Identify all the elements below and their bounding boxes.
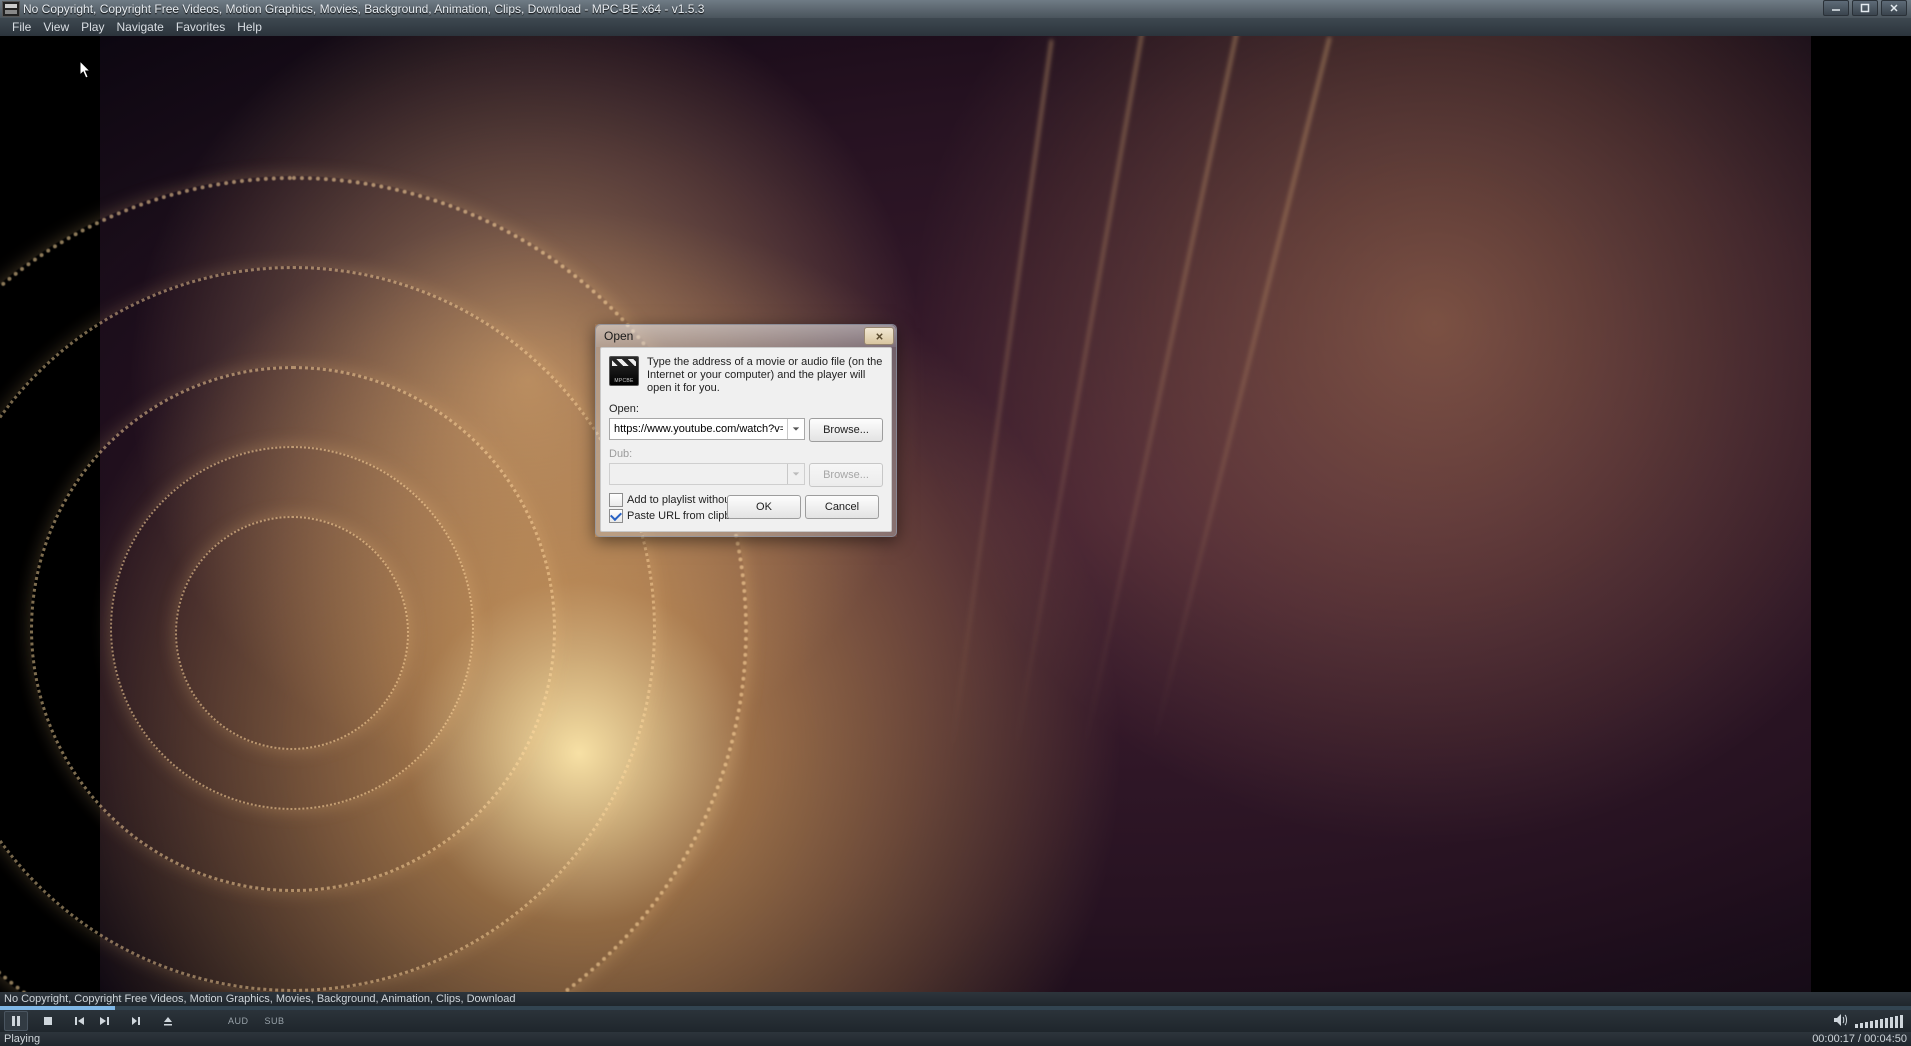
step-button[interactable] <box>124 1011 148 1031</box>
browse-dub-button: Browse... <box>809 463 883 487</box>
next-button[interactable] <box>92 1011 116 1031</box>
paste-url-checkbox[interactable] <box>609 509 623 523</box>
dub-combobox <box>609 463 805 485</box>
sub-label[interactable]: SUB <box>265 1016 285 1026</box>
time-display: 00:00:17 / 00:04:50 <box>1812 1032 1907 1046</box>
pause-button[interactable] <box>4 1011 28 1031</box>
close-button[interactable] <box>1881 0 1907 16</box>
eject-button[interactable] <box>156 1011 180 1031</box>
video-area[interactable] <box>0 36 1911 992</box>
aud-label[interactable]: AUD <box>228 1016 249 1026</box>
dub-dropdown-button <box>787 464 804 484</box>
volume-icon[interactable] <box>1833 1013 1849 1030</box>
file-status-bar: No Copyright, Copyright Free Videos, Mot… <box>0 992 1911 1006</box>
playback-state: Playing <box>4 1032 40 1046</box>
open-dialog: Open Type the address of a movie or audi… <box>595 324 897 537</box>
ok-button[interactable]: OK <box>727 495 801 519</box>
menu-file[interactable]: File <box>6 18 37 36</box>
menu-navigate[interactable]: Navigate <box>110 18 169 36</box>
minimize-button[interactable] <box>1823 0 1849 16</box>
app-icon <box>2 1 20 17</box>
cancel-button[interactable]: Cancel <box>805 495 879 519</box>
dialog-title-bar[interactable]: Open <box>596 325 896 347</box>
open-input[interactable] <box>610 420 787 438</box>
dub-input <box>610 465 787 483</box>
menu-help[interactable]: Help <box>231 18 268 36</box>
stop-button[interactable] <box>36 1011 60 1031</box>
current-file-label: No Copyright, Copyright Free Videos, Mot… <box>4 992 516 1006</box>
menu-favorites[interactable]: Favorites <box>170 18 231 36</box>
video-frame <box>100 36 1811 992</box>
dialog-description: Type the address of a movie or audio fil… <box>647 356 883 395</box>
open-combobox[interactable] <box>609 418 805 440</box>
menu-view[interactable]: View <box>37 18 75 36</box>
title-bar: No Copyright, Copyright Free Videos, Mot… <box>0 0 1911 18</box>
previous-button[interactable] <box>68 1011 92 1031</box>
open-dropdown-button[interactable] <box>787 419 804 439</box>
mouse-cursor <box>79 60 93 83</box>
controls-bar: AUD SUB <box>0 1010 1911 1032</box>
dub-label: Dub: <box>609 448 883 460</box>
clapperboard-icon <box>609 356 639 386</box>
add-to-playlist-checkbox[interactable] <box>609 493 623 507</box>
maximize-button[interactable] <box>1852 0 1878 16</box>
dialog-close-button[interactable] <box>864 327 894 345</box>
menu-play[interactable]: Play <box>75 18 110 36</box>
browse-open-button[interactable]: Browse... <box>809 418 883 442</box>
open-label: Open: <box>609 403 883 415</box>
playback-status-bar: Playing 00:00:17 / 00:04:50 <box>0 1032 1911 1046</box>
menu-bar: File View Play Navigate Favorites Help <box>0 18 1911 36</box>
volume-slider[interactable] <box>1855 1015 1903 1028</box>
window-title: No Copyright, Copyright Free Videos, Mot… <box>23 2 704 16</box>
dialog-title: Open <box>604 329 864 343</box>
